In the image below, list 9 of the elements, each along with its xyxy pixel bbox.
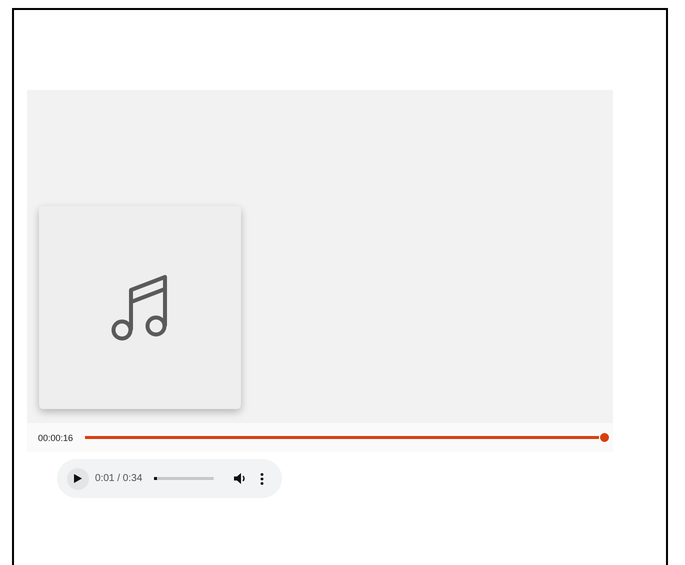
volume-icon[interactable] <box>234 473 246 484</box>
elapsed-time: 00:00:16 <box>38 432 74 442</box>
seek-slider[interactable] <box>85 432 610 443</box>
progress-slider[interactable] <box>154 477 214 480</box>
play-button[interactable] <box>67 468 89 490</box>
play-icon <box>74 474 82 483</box>
playback-time: 0:01 / 0:34 <box>95 473 142 484</box>
music-note-icon <box>111 274 169 342</box>
more-options-icon[interactable] <box>260 472 264 484</box>
